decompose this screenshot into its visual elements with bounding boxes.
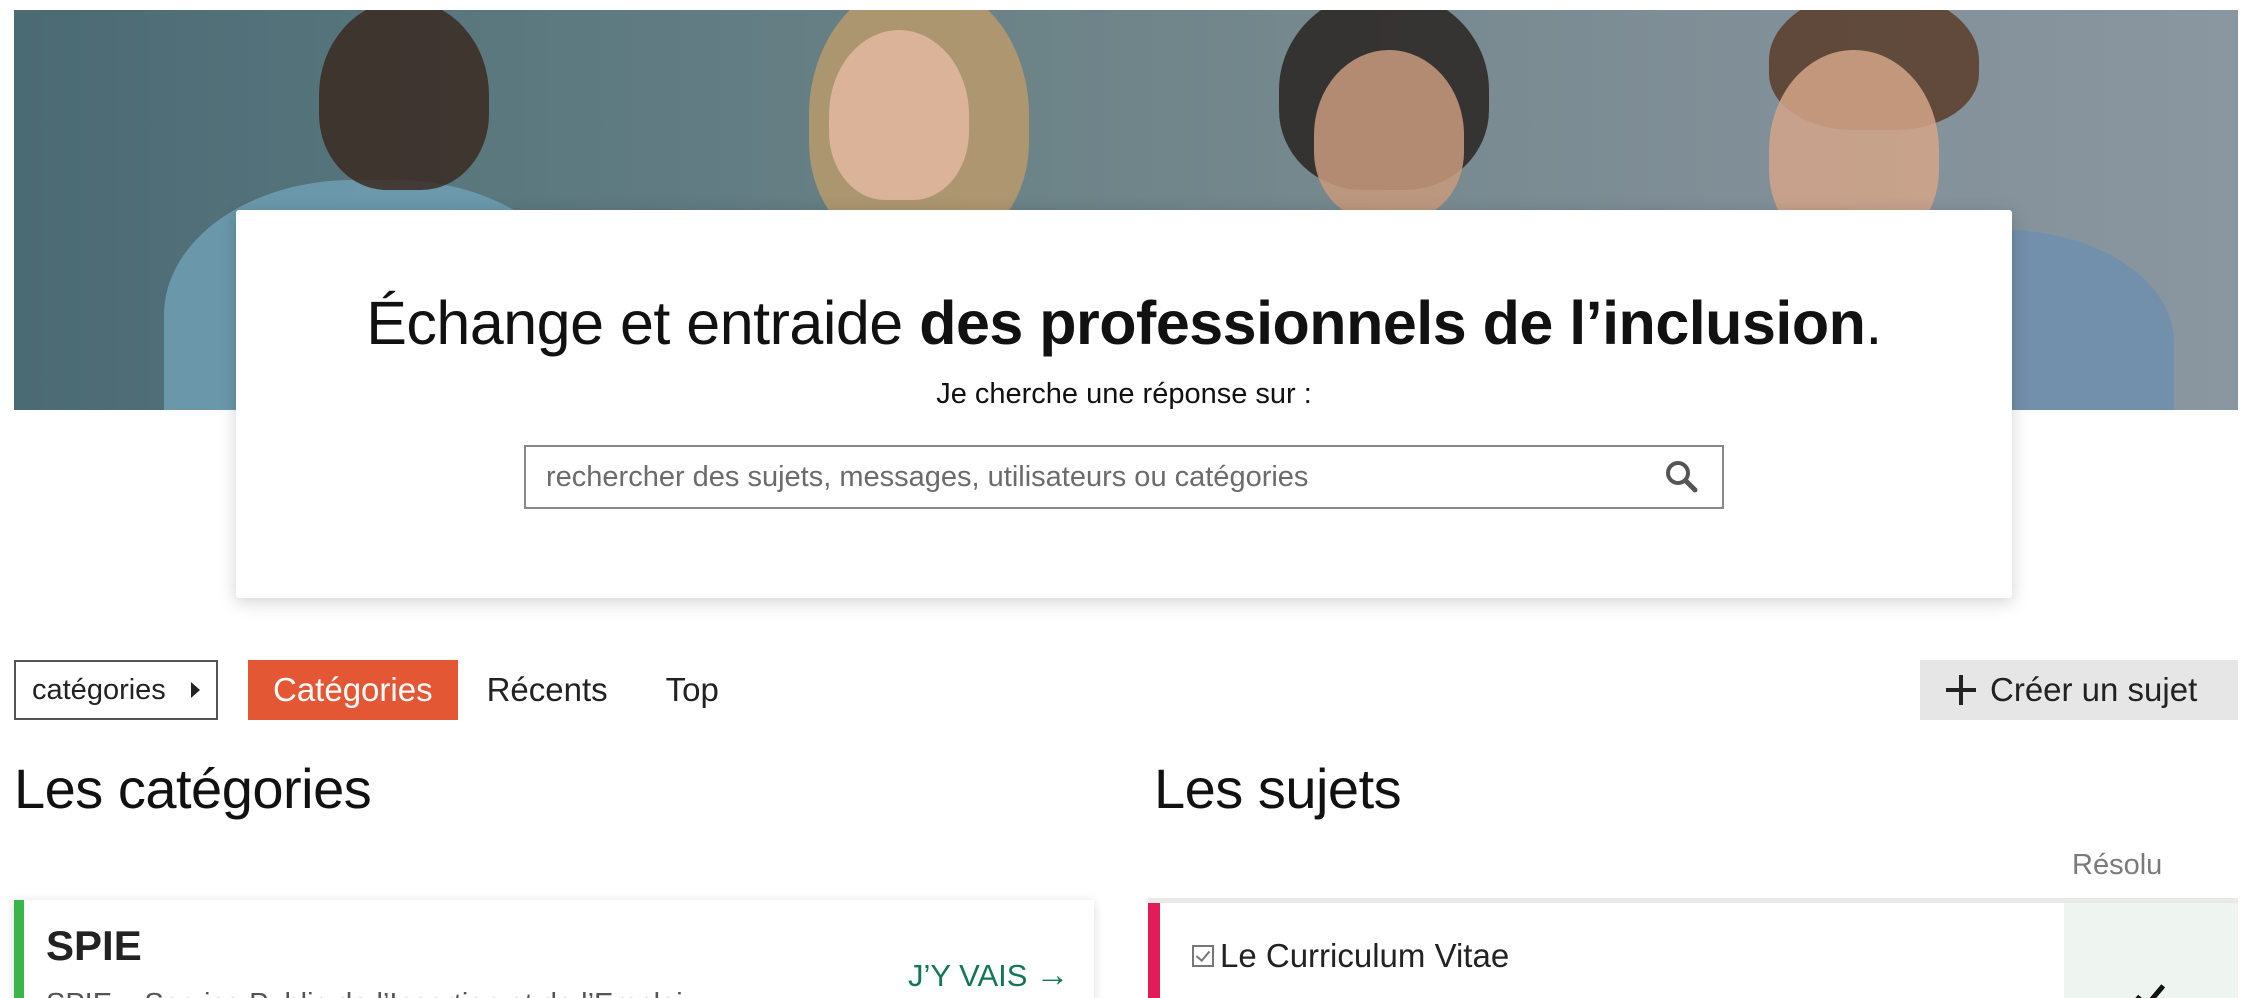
nav-tabs: Catégories Récents Top: [248, 660, 748, 720]
checkmark-icon: [2134, 977, 2166, 998]
tab-categories[interactable]: Catégories: [248, 660, 458, 720]
tab-top[interactable]: Top: [637, 660, 748, 720]
categories-section-title: Les catégories: [14, 757, 372, 820]
categories-dropdown-label: catégories: [32, 673, 166, 706]
tab-recents[interactable]: Récents: [458, 660, 637, 720]
person-silhouette: [1314, 50, 1464, 220]
topic-category-color-bar: [1148, 903, 1160, 998]
headline-regular: Échange et entraide: [366, 289, 920, 357]
categories-dropdown[interactable]: catégories: [14, 660, 218, 720]
plus-icon: [1946, 675, 1976, 705]
category-description: SPIE – Service Public de l’Insertion et …: [46, 988, 683, 998]
search-box: [524, 445, 1724, 509]
person-silhouette: [829, 30, 969, 200]
resolved-cell: [2064, 903, 2238, 998]
headline-bold: des professionnels de l’inclusion: [919, 289, 1866, 357]
search-icon: [1666, 461, 1698, 493]
create-topic-label: Créer un sujet: [1990, 671, 2198, 708]
resolved-column-header: Résolu: [2072, 849, 2163, 881]
topics-section-title: Les sujets: [1154, 757, 1402, 820]
person-silhouette: [319, 10, 489, 190]
topic-title[interactable]: Le Curriculum Vitae: [1220, 937, 1509, 975]
category-name: SPIE: [46, 922, 142, 969]
search-card: Échange et entraide des professionnels d…: [236, 210, 2012, 598]
arrow-right-icon: →: [1035, 956, 1070, 994]
hero-headline: Échange et entraide des professionnels d…: [236, 288, 2012, 358]
search-button[interactable]: [1664, 459, 1700, 495]
topic-row[interactable]: Le Curriculum Vitae: [1148, 898, 2238, 998]
category-card[interactable]: SPIE SPIE – Service Public de l’Insertio…: [14, 900, 1094, 998]
go-link-label: J’Y VAIS: [908, 957, 1028, 993]
hero-subline: Je cherche une réponse sur :: [936, 378, 1312, 410]
create-topic-button[interactable]: Créer un sujet: [1920, 660, 2238, 720]
caret-right-icon: [191, 682, 200, 698]
checkbox-icon: [1192, 945, 1214, 967]
category-go-link[interactable]: J’Y VAIS →: [908, 956, 1069, 995]
headline-end: .: [1865, 289, 1882, 357]
search-input[interactable]: [526, 447, 1626, 507]
